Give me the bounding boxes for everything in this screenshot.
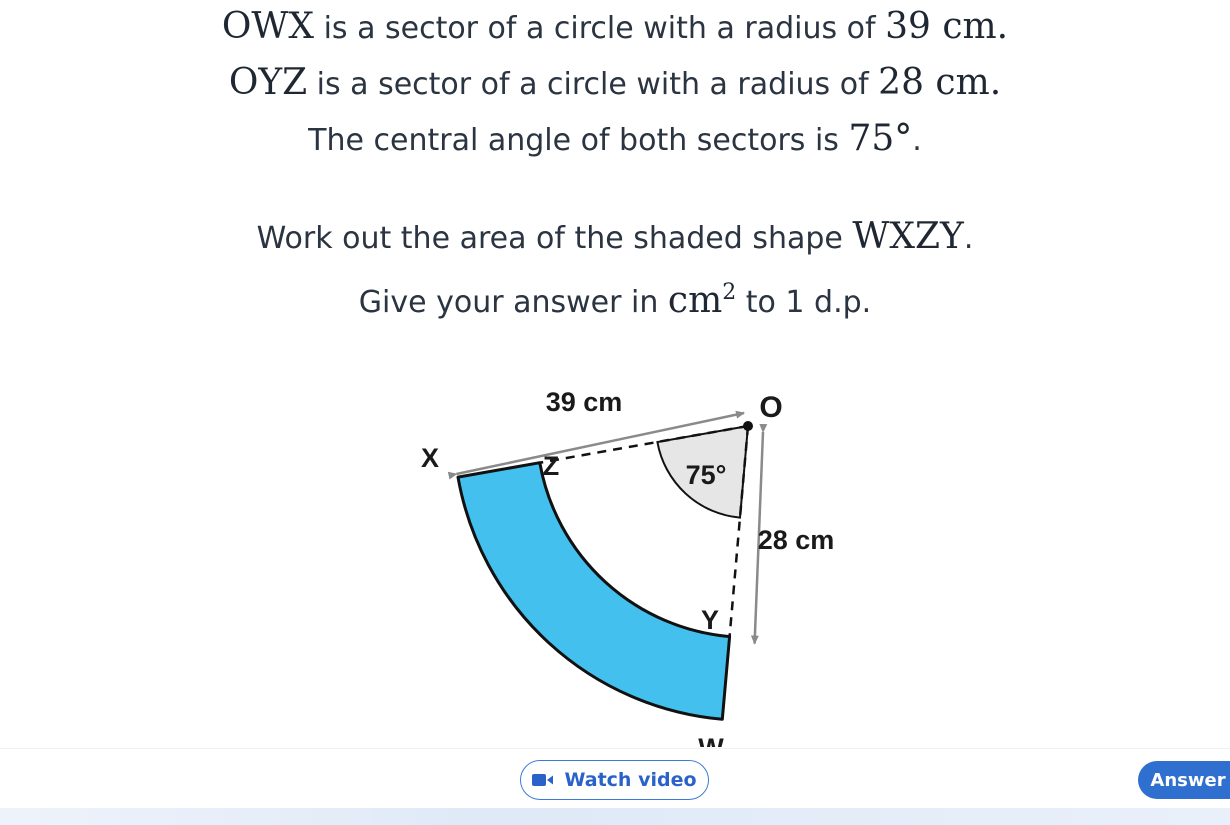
label-point-z: Z xyxy=(543,451,560,481)
question-text-segment: is a sector of a circle with a radius of xyxy=(307,67,879,102)
question-text-segment: to 1 d.p. xyxy=(736,285,872,320)
page: OWX is a sector of a circle with a radiu… xyxy=(0,0,1230,825)
answer-button[interactable]: Answer xyxy=(1138,761,1230,799)
footer-divider xyxy=(0,748,1230,749)
math-wxzy: WXZY xyxy=(852,216,964,257)
question-line-4: Work out the area of the shaded shape WX… xyxy=(0,210,1230,266)
question-line-5: Give your answer in cm2 to 1 d.p. xyxy=(0,266,1230,330)
math-cm: cm xyxy=(667,280,723,321)
question-text-segment: is a sector of a circle with a radius of xyxy=(314,11,886,46)
question-text-segment: The central angle of both sectors is xyxy=(308,123,849,158)
question-text-segment: . xyxy=(996,6,1009,47)
question-text: OWX is a sector of a circle with a radiu… xyxy=(0,0,1230,330)
shaded-shape-wxzy xyxy=(456,461,732,721)
label-point-w: W xyxy=(698,733,724,747)
answer-label: Answer xyxy=(1150,769,1226,791)
math-75deg: 75° xyxy=(848,118,913,159)
sector-diagram: 39 cm 28 cm 75° O X Z Y W xyxy=(421,387,835,747)
math-28cm: 28 cm xyxy=(878,62,990,103)
watch-video-label: Watch video xyxy=(564,769,697,791)
label-point-o: O xyxy=(759,391,782,424)
watch-video-button[interactable]: Watch video xyxy=(520,760,709,800)
bottom-band xyxy=(0,808,1230,825)
question-line-3: The central angle of both sectors is 75°… xyxy=(0,112,1230,168)
math-superscript: 2 xyxy=(722,280,737,305)
label-point-y: Y xyxy=(701,605,719,635)
label-angle: 75° xyxy=(686,460,727,490)
label-28cm: 28 cm xyxy=(758,525,835,555)
math-39cm: 39 cm xyxy=(885,6,997,47)
question-text-segment: . xyxy=(989,62,1002,103)
question-text-segment: . xyxy=(963,221,974,256)
math-oyz: OYZ xyxy=(228,62,308,103)
question-text-segment: Give your answer in xyxy=(358,285,668,320)
label-point-x: X xyxy=(421,443,439,473)
label-39cm: 39 cm xyxy=(546,387,623,417)
question-line-1: OWX is a sector of a circle with a radiu… xyxy=(0,0,1230,56)
question-text-segment: . xyxy=(912,123,922,158)
centre-point-o xyxy=(743,421,753,431)
math-cm2: cm2 xyxy=(668,280,736,321)
math-owx: OWX xyxy=(221,6,315,47)
question-text-segment: Work out the area of the shaded shape xyxy=(256,221,853,256)
question-line-2: OYZ is a sector of a circle with a radiu… xyxy=(0,56,1230,112)
video-camera-icon xyxy=(532,774,554,786)
